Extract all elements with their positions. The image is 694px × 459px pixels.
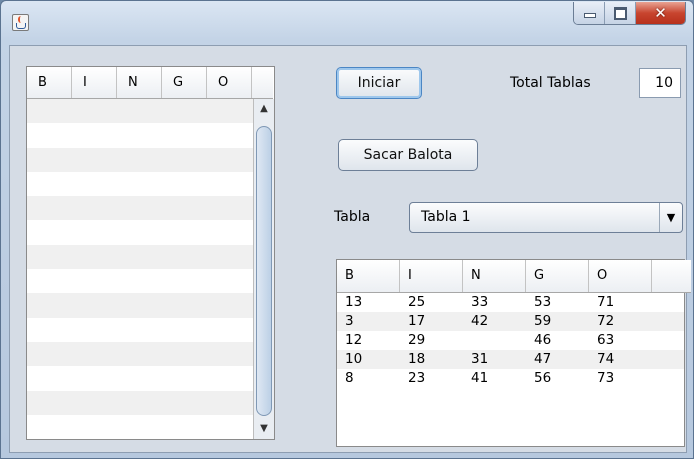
table-cell[interactable]: 25 [400, 293, 463, 312]
table-cell[interactable]: 17 [400, 312, 463, 331]
bingo-board-row[interactable] [27, 172, 253, 196]
table-cell[interactable]: 74 [589, 350, 652, 369]
bingo-board-row[interactable] [27, 220, 253, 244]
caption-buttons: ✕ [573, 2, 686, 25]
maximize-icon [614, 7, 627, 20]
table-cell[interactable]: 10 [337, 350, 400, 369]
minimize-icon [584, 13, 596, 18]
bingo-board-row[interactable] [27, 269, 253, 293]
app-window: ✕ B I N G O ▲ ▼ Iniciar Total Tablas 10 … [0, 0, 694, 459]
scroll-down-icon[interactable]: ▼ [254, 419, 274, 439]
bingo-board-table[interactable]: B I N G O ▲ ▼ [26, 66, 275, 440]
table-cell[interactable]: 41 [463, 369, 526, 388]
card-table-rows: 13 25 33 53 71 3 17 42 59 72 12 29 46 63 10 18 31 47 74 8 23… [337, 293, 684, 388]
table-cell[interactable]: 33 [463, 293, 526, 312]
bingo-board-row[interactable] [27, 318, 253, 342]
table-cell[interactable] [463, 331, 526, 350]
chevron-down-icon[interactable]: ▼ [659, 203, 682, 232]
maximize-button[interactable] [605, 2, 636, 24]
table-row[interactable]: 13 25 33 53 71 [337, 293, 684, 312]
table-label: Tabla [334, 209, 371, 225]
bingo-board-row[interactable] [27, 147, 253, 172]
bingo-board-row[interactable] [27, 390, 253, 415]
java-icon[interactable] [12, 14, 29, 31]
table-row[interactable]: 8 23 41 56 73 [337, 369, 684, 388]
table-cell[interactable]: 46 [526, 331, 589, 350]
scroll-thumb[interactable] [256, 126, 272, 416]
table-cell[interactable]: 47 [526, 350, 589, 369]
bingo-board-row[interactable] [27, 341, 253, 367]
table-select[interactable]: Tabla 1 ▼ [409, 202, 683, 233]
bingo-board-row[interactable] [27, 123, 253, 147]
table-cell[interactable]: 18 [400, 350, 463, 369]
total-tables-label: Total Tablas [510, 75, 591, 91]
column-header-n[interactable]: N [117, 67, 162, 98]
card-header-b[interactable]: B [337, 260, 400, 292]
table-cell[interactable]: 29 [400, 331, 463, 350]
bingo-board-rows [27, 99, 253, 439]
card-header-i[interactable]: I [400, 260, 463, 292]
column-header-b[interactable]: B [27, 67, 72, 98]
scroll-up-icon[interactable]: ▲ [254, 99, 274, 119]
table-cell[interactable]: 56 [526, 369, 589, 388]
bingo-board-header: B I N G O [27, 67, 273, 99]
table-row[interactable]: 10 18 31 47 74 [337, 350, 684, 369]
column-header-o[interactable]: O [207, 67, 252, 98]
title-bar: ✕ [1, 1, 693, 45]
card-header-n[interactable]: N [463, 260, 526, 292]
table-select-value: Tabla 1 [421, 209, 471, 225]
bingo-board-row[interactable] [27, 415, 253, 439]
bingo-board-row[interactable] [27, 244, 253, 270]
close-button[interactable]: ✕ [636, 2, 685, 24]
bingo-board-row[interactable] [27, 366, 253, 390]
table-cell[interactable]: 63 [589, 331, 652, 350]
column-header-g[interactable]: G [162, 67, 207, 98]
table-cell[interactable]: 12 [337, 331, 400, 350]
bingo-board-row[interactable] [27, 99, 253, 124]
table-cell[interactable]: 31 [463, 350, 526, 369]
table-cell[interactable]: 23 [400, 369, 463, 388]
vertical-scrollbar[interactable]: ▲ ▼ [253, 99, 274, 439]
card-header-o[interactable]: O [589, 260, 652, 292]
bingo-board-row[interactable] [27, 293, 253, 318]
table-cell[interactable]: 42 [463, 312, 526, 331]
close-icon: ✕ [654, 4, 667, 22]
table-row[interactable]: 12 29 46 63 [337, 331, 684, 350]
table-row[interactable]: 3 17 42 59 72 [337, 312, 684, 331]
table-cell[interactable]: 13 [337, 293, 400, 312]
table-cell[interactable]: 8 [337, 369, 400, 388]
start-button[interactable]: Iniciar [336, 67, 422, 99]
table-cell[interactable]: 71 [589, 293, 652, 312]
card-table[interactable]: B I N G O 13 25 33 53 71 3 17 42 59 72 12 29 46 63 10 1… [336, 259, 691, 447]
table-cell[interactable]: 3 [337, 312, 400, 331]
total-tables-field[interactable]: 10 [639, 68, 681, 98]
card-header-g[interactable]: G [526, 260, 589, 292]
table-cell[interactable]: 53 [526, 293, 589, 312]
card-table-header: B I N G O [337, 260, 691, 293]
table-cell[interactable]: 59 [526, 312, 589, 331]
draw-ball-button[interactable]: Sacar Balota [338, 139, 478, 171]
column-header-i[interactable]: I [72, 67, 117, 98]
table-cell[interactable]: 72 [589, 312, 652, 331]
column-header-filler [252, 67, 273, 98]
table-cell[interactable]: 73 [589, 369, 652, 388]
minimize-button[interactable] [574, 2, 605, 24]
bingo-board-row[interactable] [27, 196, 253, 221]
